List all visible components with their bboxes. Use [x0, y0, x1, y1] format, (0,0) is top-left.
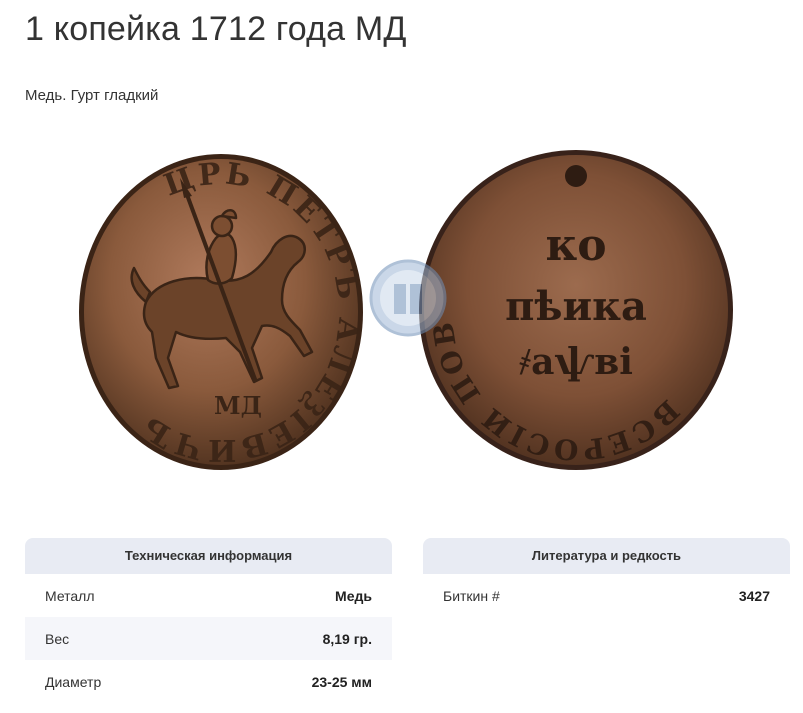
coin-images: ЦРЬ ПЕТРЪ АЛЕѮІЕВИЧЪ МД ВСЕРОСІИ ПОВ ко …: [70, 148, 740, 483]
reverse-line-3: ҂аѱві: [519, 341, 633, 383]
weight-value: 8,19 гр.: [322, 630, 372, 647]
metal-label: Металл: [45, 587, 95, 604]
reverse-line-1: ко: [545, 220, 606, 271]
site-watermark-icon: [369, 259, 447, 337]
diameter-label: Диаметр: [45, 673, 102, 690]
bitkin-value: 3427: [738, 587, 770, 604]
coin-obverse-image[interactable]: ЦРЬ ПЕТРЪ АЛЕѮІЕВИЧЪ МД: [76, 152, 366, 472]
technical-info-card: Техническая информация Металл Медь Вес 8…: [25, 538, 392, 703]
page-title: 1 копейка 1712 года МД: [25, 10, 407, 48]
metal-value: Медь: [335, 587, 372, 604]
table-row: Биткин # 3427: [423, 574, 790, 617]
reverse-line-2: пѣика: [505, 283, 647, 330]
technical-info-header: Техническая информация: [25, 538, 392, 574]
literature-card: Литература и редкость Биткин # 3427: [423, 538, 790, 617]
table-row: Вес 8,19 гр.: [25, 617, 392, 660]
bitkin-label: Биткин #: [443, 587, 500, 604]
literature-rows: Биткин # 3427: [423, 574, 790, 617]
diameter-value: 23-25 мм: [311, 673, 372, 690]
obverse-mint-mark: МД: [214, 391, 262, 420]
coin-reverse-image[interactable]: ВСЕРОСІИ ПОВЕЛИТЕЛЬ ко пѣика ҂аѱві: [416, 148, 736, 473]
coin-material-subtitle: Медь. Гурт гладкий: [25, 87, 159, 104]
technical-info-rows: Металл Медь Вес 8,19 гр. Диаметр 23-25 м…: [25, 574, 392, 703]
weight-label: Вес: [45, 630, 70, 647]
table-row: Металл Медь: [25, 574, 392, 617]
table-row: Диаметр 23-25 мм: [25, 660, 392, 703]
literature-header: Литература и редкость: [423, 538, 790, 574]
